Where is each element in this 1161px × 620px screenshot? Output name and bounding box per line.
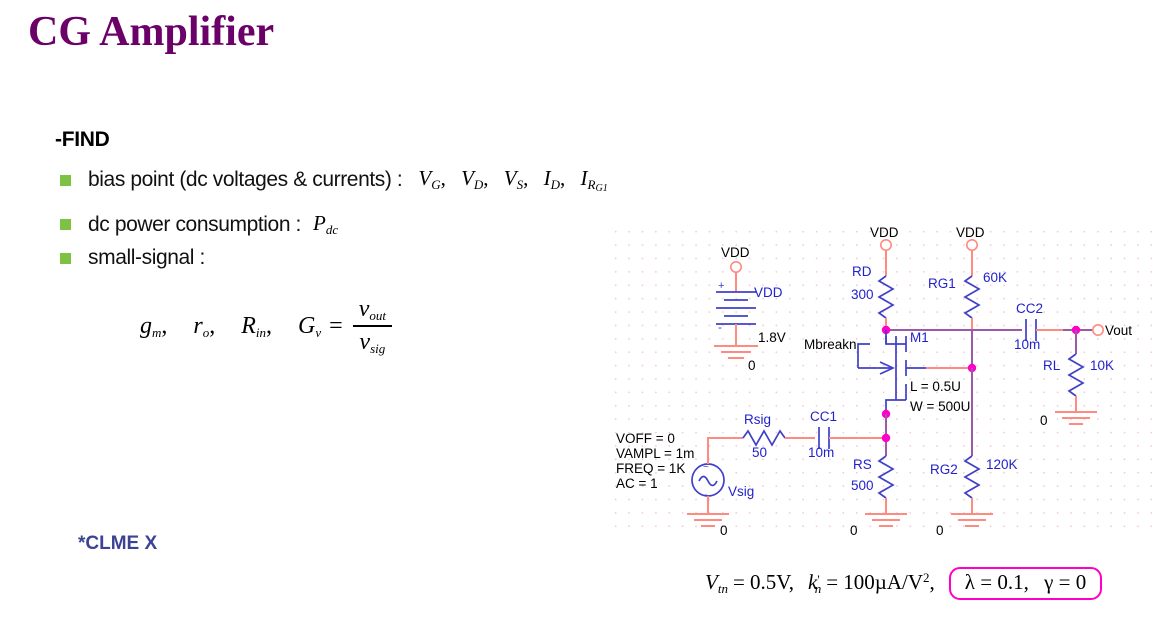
vsig-param-vampl: VAMPL = 1m — [616, 446, 694, 461]
fraction-denominator: vsig — [359, 329, 386, 356]
bullet-item-dc-power: dc power consumption : Pdc — [60, 211, 338, 238]
label-rsig-ref: Rsig — [744, 412, 771, 427]
label-rd-value: 300 — [851, 287, 874, 302]
bullet-label: dc power consumption : — [88, 212, 301, 236]
vdd-source-symbol: + - — [714, 260, 758, 359]
param-lambda: λ = 0.1, — [964, 570, 1029, 594]
label-mbreakn: Mbreakn — [804, 337, 857, 352]
label-vdd-source-name: VDD — [754, 285, 783, 300]
label-ground-vsig: 0 — [720, 523, 728, 536]
find-heading: -FIND — [55, 128, 110, 151]
label-vdd-rail-rd: VDD — [870, 225, 899, 240]
label-vsig: Vsig — [728, 484, 754, 499]
var-i: I — [543, 166, 551, 190]
label-ground-rs: 0 — [850, 523, 858, 536]
formula-gain-fraction: vout vsig — [352, 296, 392, 357]
slide-canvas: CG Amplifier -FIND bias point (dc voltag… — [0, 0, 1161, 620]
var-v-sub-d: D — [473, 177, 484, 192]
bullet-marker-icon — [60, 252, 71, 264]
vdd-rail-terminal-rd-icon — [879, 239, 892, 251]
label-cc1-value: 10m — [808, 445, 834, 460]
label-m1-ref: M1 — [910, 330, 929, 345]
resistor-rd-symbol — [877, 239, 895, 330]
label-rs-ref: RS — [853, 457, 872, 472]
fraction-numerator: vout — [358, 296, 386, 323]
label-rl-ref: RL — [1043, 358, 1061, 373]
page-title: CG Amplifier — [28, 9, 275, 55]
svg-text:-: - — [718, 320, 722, 334]
footnote-clme: *CLME X — [78, 533, 158, 554]
clme-highlight-box: λ = 0.1, γ = 0 — [948, 567, 1103, 601]
var-p: P — [312, 211, 326, 235]
label-rg2-value: 120K — [986, 457, 1018, 472]
junction-source-input — [881, 433, 891, 443]
bullet-label: bias point (dc voltages & currents) : — [88, 168, 403, 191]
formula-gm: gm, — [140, 312, 168, 340]
label-ground-vdd: 0 — [748, 358, 756, 373]
var-v: V — [418, 166, 432, 190]
small-signal-formula: gm, ro, Rin, Gv = vout vsig — [140, 296, 392, 357]
label-rg1-value: 60K — [983, 270, 1007, 285]
label-cc1-ref: CC1 — [810, 409, 837, 424]
label-vdd-value: 1.8V — [758, 330, 786, 345]
var-i2: I — [580, 166, 588, 190]
vsig-param-voff: VOFF = 0 — [616, 431, 675, 446]
var-v-sub-g: G — [431, 177, 441, 192]
param-kn: k'n = 100µA/V2, — [808, 570, 935, 597]
dc-power-symbol: Pdc — [313, 211, 338, 238]
param-vtn: Vtn = 0.5V, — [705, 570, 795, 597]
label-rg1-ref: RG1 — [928, 276, 956, 291]
label-rl-value: 10K — [1090, 358, 1114, 373]
vout-terminal-icon — [1091, 324, 1104, 337]
var-i-sub-g1: G1 — [595, 183, 608, 194]
device-parameters: Vtn = 0.5V, k'n = 100µA/V2, λ = 0.1, γ = 0 — [705, 567, 1103, 601]
formula-gv: Gv — [298, 312, 322, 340]
label-cc2-ref: CC2 — [1016, 301, 1043, 316]
vdd-terminal-icon — [730, 260, 743, 273]
label-ground-rl: 0 — [1040, 413, 1048, 428]
bullet-marker-icon — [60, 219, 71, 230]
formula-equals: = — [329, 313, 343, 339]
formula-ro: ro, — [193, 312, 216, 340]
resistor-rl-symbol — [1055, 330, 1097, 425]
resistor-rg1-symbol — [963, 239, 981, 330]
label-vdd-terminal: VDD — [721, 245, 750, 260]
label-cc2-value: 10m — [1014, 337, 1040, 352]
vsig-param-freq: FREQ = 1K — [616, 461, 685, 476]
bullet-item-small-signal: small-signal : — [60, 246, 205, 270]
vdd-rail-terminal-rg1-icon — [965, 239, 978, 251]
label-m1-width: W = 500U — [910, 399, 970, 414]
bullet-label: small-signal : — [88, 246, 205, 269]
label-m1-length: L = 0.5U — [910, 379, 961, 394]
var-p-sub-dc: dc — [325, 222, 339, 237]
svg-text:+: + — [718, 280, 724, 292]
label-ground-rg2: 0 — [936, 523, 944, 536]
var-v3: V — [503, 166, 517, 190]
schematic-svg: + - VDD VDD 1.8V 0 ~ - Vsig 0 VOFF = 0 V… — [616, 225, 1132, 536]
param-gamma: γ = 0 — [1044, 570, 1087, 594]
formula-rin: Rin, — [241, 312, 273, 340]
var-i-sub-d: D — [550, 177, 561, 192]
label-rsig-value: 50 — [752, 445, 767, 460]
bullet-marker-icon — [60, 174, 71, 186]
label-rs-value: 500 — [851, 478, 874, 493]
resistor-rsig-symbol — [735, 429, 815, 447]
label-vdd-rail-rg1: VDD — [956, 225, 985, 240]
bias-point-variables: VG, VD, VS, ID, IRG1 — [418, 166, 608, 194]
label-rd-ref: RD — [852, 264, 872, 279]
vsig-param-ac: AC = 1 — [616, 476, 658, 491]
circuit-schematic: + - VDD VDD 1.8V 0 ~ - Vsig 0 VOFF = 0 V… — [608, 224, 1161, 536]
label-vout: Vout — [1105, 323, 1132, 338]
var-v2: V — [461, 166, 474, 190]
label-rg2-ref: RG2 — [930, 462, 958, 477]
bullet-item-bias-point: bias point (dc voltages & currents) : VG… — [60, 166, 618, 194]
